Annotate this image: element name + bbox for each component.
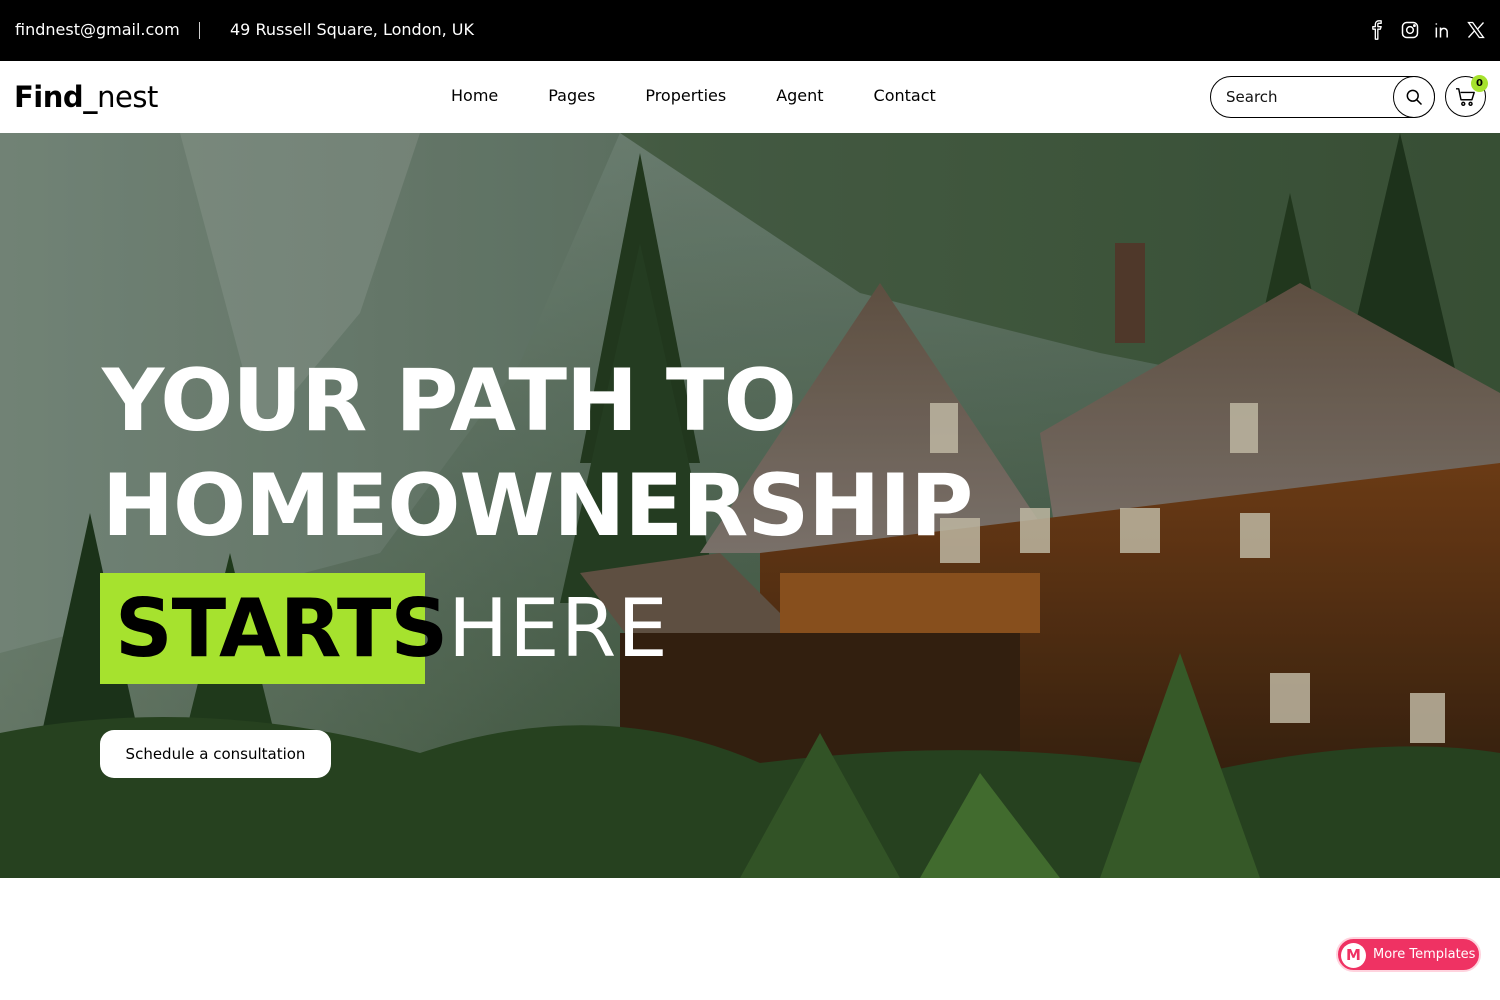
x-twitter-icon[interactable] — [1466, 20, 1486, 40]
hero-heading-line1: YOUR PATH TO — [102, 351, 797, 451]
more-templates-label: More Templates — [1373, 947, 1476, 962]
m-logo-icon: M — [1341, 943, 1366, 968]
logo-bold-part: Find_ — [14, 80, 98, 114]
hero-highlight-text: STARTS — [115, 582, 448, 675]
hero-heading-line3: HERE — [448, 582, 669, 675]
top-info-bar: findnest@gmail.com 49 Russell Square, Lo… — [0, 0, 1500, 61]
cart-button[interactable]: 0 — [1445, 75, 1488, 117]
main-header: Find_nest Home Pages Properties Agent Co… — [0, 61, 1500, 133]
more-templates-button[interactable]: M More Templates — [1336, 937, 1481, 972]
schedule-consultation-button[interactable]: Schedule a consultation — [100, 730, 331, 778]
nav-agent[interactable]: Agent — [776, 86, 823, 106]
hero-heading-line2: HOMEOWNERSHIP — [102, 456, 973, 556]
divider — [199, 22, 200, 39]
search-button[interactable] — [1393, 76, 1435, 118]
search-input[interactable]: Search — [1226, 88, 1278, 106]
facebook-icon[interactable] — [1367, 20, 1387, 40]
search-icon — [1406, 89, 1423, 106]
hero-section: YOUR PATH TO HOMEOWNERSHIP STARTS HERE S… — [0, 133, 1500, 878]
nav-home[interactable]: Home — [451, 86, 498, 106]
logo-regular-part: nest — [97, 80, 158, 114]
hero-highlight-box: STARTS — [100, 573, 448, 684]
search-box: Search — [1210, 76, 1435, 118]
contact-email[interactable]: findnest@gmail.com — [15, 20, 180, 39]
instagram-icon[interactable] — [1400, 20, 1420, 40]
nav-pages[interactable]: Pages — [548, 86, 595, 106]
linkedin-icon[interactable] — [1433, 20, 1453, 40]
cart-count-badge: 0 — [1471, 75, 1488, 92]
social-links — [1367, 20, 1486, 40]
site-logo[interactable]: Find_nest — [14, 80, 158, 114]
nav-contact[interactable]: Contact — [874, 86, 936, 106]
nav-properties[interactable]: Properties — [645, 86, 726, 106]
contact-address: 49 Russell Square, London, UK — [230, 20, 474, 39]
main-nav: Home Pages Properties Agent Contact — [451, 86, 936, 106]
